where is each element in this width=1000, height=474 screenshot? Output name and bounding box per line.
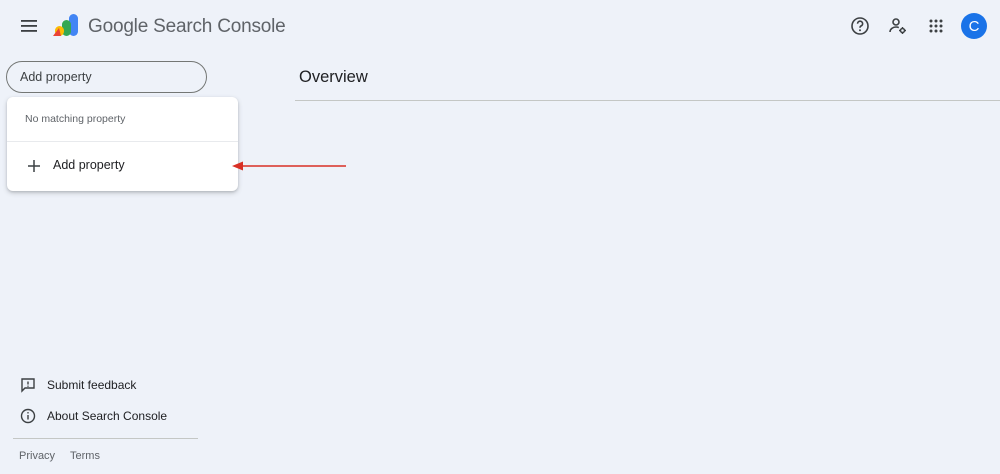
submit-feedback-link[interactable]: Submit feedback (20, 375, 136, 395)
add-property-button[interactable]: Add property (7, 147, 238, 185)
page-title: Overview (299, 68, 368, 86)
info-icon (20, 408, 36, 424)
menu-icon[interactable] (16, 13, 42, 39)
property-search-input[interactable] (6, 61, 207, 93)
brand-title: Google Search Console (88, 16, 286, 37)
admin-settings-icon[interactable] (885, 13, 911, 39)
add-property-label: Add property (53, 158, 125, 172)
avatar[interactable]: C (961, 13, 987, 39)
sidebar-divider (13, 438, 198, 439)
title-divider (295, 100, 1000, 101)
plus-icon (26, 158, 42, 174)
feedback-icon (20, 377, 36, 393)
annotation-arrow-icon (230, 159, 350, 173)
dropdown-divider (7, 141, 238, 142)
about-search-console-link[interactable]: About Search Console (20, 406, 167, 426)
apps-grid-icon[interactable] (923, 13, 949, 39)
property-dropdown: No matching property Add property (7, 97, 238, 191)
search-console-logo-icon (53, 14, 79, 38)
about-search-console-label: About Search Console (47, 409, 168, 423)
no-match-text: No matching property (25, 113, 126, 125)
help-icon[interactable] (847, 13, 873, 39)
submit-feedback-label: Submit feedback (47, 378, 137, 392)
top-bar: Google Search Console C (0, 0, 1000, 52)
terms-link[interactable]: Terms (70, 450, 100, 462)
privacy-link[interactable]: Privacy (19, 450, 55, 462)
